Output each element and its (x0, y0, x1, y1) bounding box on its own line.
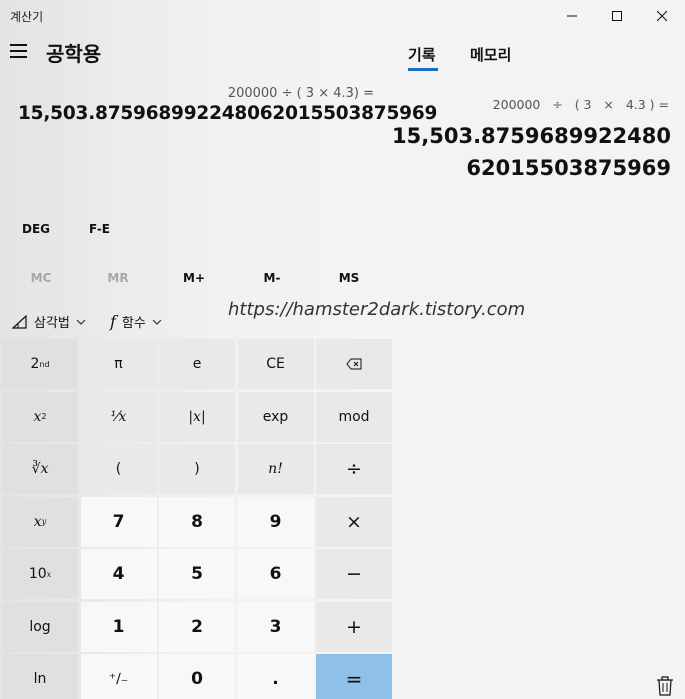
chevron-down-icon (76, 319, 86, 325)
left-paren-button[interactable]: ( (80, 444, 157, 494)
delete-history-button[interactable] (656, 676, 676, 696)
close-icon (657, 11, 667, 21)
log-button[interactable]: log (2, 601, 78, 652)
function-icon: f (110, 312, 116, 331)
memory-clear-button[interactable]: MC (6, 271, 76, 285)
maximize-button[interactable] (594, 0, 640, 32)
tab-history[interactable]: 기록 (408, 44, 436, 65)
triangle-ruler-icon (12, 314, 27, 329)
trigonometry-dropdown[interactable]: 삼각법 (12, 312, 86, 331)
expression-display: 200000 ÷ ( 3 × 4.3) = (227, 86, 374, 101)
digit-0-button[interactable]: 0 (159, 654, 235, 699)
ten-power-button[interactable]: 10 x (2, 549, 78, 599)
history-result[interactable]: 15,503.8759689922480 62015503875969 (392, 120, 671, 184)
fe-button[interactable]: F-E (89, 222, 110, 236)
function-dropdown[interactable]: f 함수 (110, 312, 162, 331)
root-button[interactable]: ∛x (2, 444, 78, 494)
backspace-button[interactable] (316, 339, 392, 389)
reciprocal-button[interactable]: ⅟x (80, 391, 157, 442)
menu-icon[interactable] (10, 44, 28, 60)
ln-button[interactable]: ln (2, 654, 78, 699)
absolute-value-button[interactable]: |x| (159, 391, 235, 442)
clear-entry-button[interactable]: CE (237, 339, 314, 389)
negate-button[interactable]: ⁺∕₋ (80, 654, 157, 699)
second-function-button[interactable]: 2nd (2, 339, 78, 389)
result-display: 15,503.875968992248062015503875969 (18, 103, 438, 124)
digit-3-button[interactable]: 3 (237, 601, 314, 652)
exp-button[interactable]: exp (237, 391, 314, 442)
minus-button[interactable]: − (316, 549, 392, 599)
plus-button[interactable]: + (316, 601, 392, 652)
minimize-icon (567, 15, 577, 17)
watermark-text: https://hamster2dark.tistory.com (228, 299, 526, 320)
maximize-icon (612, 11, 622, 21)
decimal-button[interactable]: . (237, 654, 314, 699)
digit-8-button[interactable]: 8 (159, 496, 235, 547)
app-title: 계산기 (10, 10, 44, 24)
mode-title: 공학용 (46, 42, 102, 66)
digit-9-button[interactable]: 9 (237, 496, 314, 547)
memory-recall-button[interactable]: MR (83, 271, 153, 285)
memory-add-button[interactable]: M+ (159, 271, 229, 285)
angle-unit-button[interactable]: DEG (22, 222, 50, 236)
trigonometry-label: 삼각법 (34, 316, 70, 331)
digit-4-button[interactable]: 4 (80, 549, 157, 599)
close-button[interactable] (639, 0, 685, 32)
equals-button[interactable]: = (316, 654, 392, 699)
backspace-icon (346, 358, 362, 370)
digit-6-button[interactable]: 6 (237, 549, 314, 599)
keypad: 2nd π e CE x2 ⅟x |x| exp mod ∛x ( ) n! ÷… (2, 339, 392, 699)
euler-button[interactable]: e (159, 339, 235, 389)
pi-button[interactable]: π (80, 339, 157, 389)
history-expression[interactable]: 200000 ÷ ( 3 × 4.3 ) = (493, 97, 669, 112)
chevron-down-icon (152, 319, 162, 325)
factorial-button[interactable]: n! (237, 444, 314, 494)
right-paren-button[interactable]: ) (159, 444, 235, 494)
history-result-line-2: 62015503875969 (466, 156, 671, 180)
title-bar: 계산기 (0, 0, 685, 32)
memory-store-button[interactable]: MS (314, 271, 384, 285)
function-label: 함수 (121, 316, 146, 331)
mod-button[interactable]: mod (316, 391, 392, 442)
minimize-button[interactable] (549, 0, 595, 32)
divide-button[interactable]: ÷ (316, 444, 392, 494)
square-button[interactable]: x2 (2, 391, 78, 442)
multiply-button[interactable]: × (316, 496, 392, 547)
digit-5-button[interactable]: 5 (159, 549, 235, 599)
power-button[interactable]: xy (2, 496, 78, 547)
history-result-line-1: 15,503.8759689922480 (392, 124, 671, 148)
trash-icon (657, 676, 673, 696)
active-tab-indicator (408, 68, 438, 71)
digit-1-button[interactable]: 1 (80, 601, 157, 652)
digit-2-button[interactable]: 2 (159, 601, 235, 652)
memory-subtract-button[interactable]: M- (237, 271, 307, 285)
digit-7-button[interactable]: 7 (80, 496, 157, 547)
tab-memory[interactable]: 메모리 (470, 44, 511, 65)
